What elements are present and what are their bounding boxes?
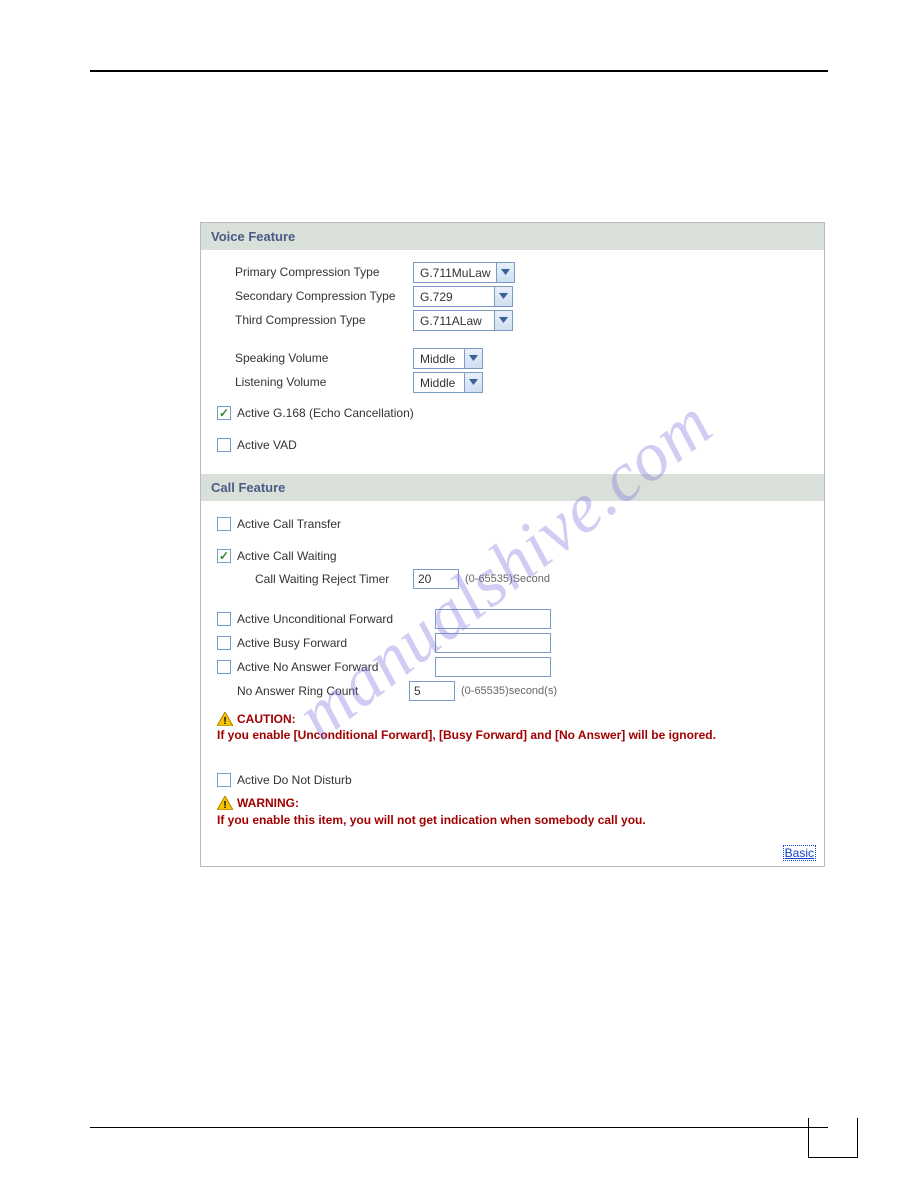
third-compression-label: Third Compression Type (235, 313, 413, 327)
call-transfer-checkbox[interactable] (217, 517, 231, 531)
chevron-down-icon (494, 311, 512, 330)
select-value: Middle (414, 349, 464, 368)
g168-row: Active G.168 (Echo Cancellation) (217, 406, 814, 420)
vad-checkbox[interactable] (217, 438, 231, 452)
primary-compression-row: Primary Compression Type G.711MuLaw (235, 260, 814, 284)
chevron-down-icon (464, 349, 482, 368)
caution-title: CAUTION: (237, 711, 296, 727)
vad-label: Active VAD (237, 438, 297, 452)
dnd-checkbox[interactable] (217, 773, 231, 787)
warning-text: If you enable this item, you will not ge… (217, 812, 814, 828)
svg-text:!: ! (223, 716, 226, 726)
busy-forward-row: Active Busy Forward (217, 633, 814, 653)
dnd-row: Active Do Not Disturb (217, 773, 814, 787)
unconditional-forward-checkbox[interactable] (217, 612, 231, 626)
no-answer-forward-row: Active No Answer Forward (217, 657, 814, 677)
no-answer-forward-checkbox[interactable] (217, 660, 231, 674)
reject-timer-hint: (0-65535)Second (465, 573, 550, 585)
reject-timer-input[interactable]: 20 (413, 569, 459, 589)
secondary-compression-label: Secondary Compression Type (235, 289, 413, 303)
g168-label: Active G.168 (Echo Cancellation) (237, 406, 414, 420)
listening-volume-select[interactable]: Middle (413, 372, 483, 393)
chevron-down-icon (496, 263, 514, 282)
call-waiting-label: Active Call Waiting (237, 549, 337, 563)
secondary-compression-select[interactable]: G.729 (413, 286, 513, 307)
ring-count-row: No Answer Ring Count 5 (0-65535)second(s… (237, 681, 814, 701)
dnd-label: Active Do Not Disturb (237, 773, 352, 787)
voice-feature-body: Primary Compression Type G.711MuLaw Seco… (201, 250, 824, 474)
third-compression-row: Third Compression Type G.711ALaw (235, 308, 814, 332)
secondary-compression-row: Secondary Compression Type G.729 (235, 284, 814, 308)
call-waiting-checkbox[interactable] (217, 549, 231, 563)
chevron-down-icon (494, 287, 512, 306)
select-value: Middle (414, 373, 464, 392)
basic-link-container: Basic (201, 846, 816, 860)
ring-count-label: No Answer Ring Count (237, 684, 409, 698)
warning-icon: ! (217, 796, 233, 810)
voice-feature-header: Voice Feature (201, 223, 824, 250)
call-transfer-label: Active Call Transfer (237, 517, 341, 531)
no-answer-forward-label: Active No Answer Forward (237, 660, 429, 674)
call-feature-header: Call Feature (201, 474, 824, 501)
warning-icon: ! (217, 712, 233, 726)
reject-timer-row: Call Waiting Reject Timer 20 (0-65535)Se… (255, 567, 814, 591)
bottom-rule (90, 1127, 828, 1128)
call-transfer-row: Active Call Transfer (217, 517, 814, 531)
busy-forward-input[interactable] (435, 633, 551, 653)
speaking-volume-label: Speaking Volume (235, 351, 413, 365)
caution-text: If you enable [Unconditional Forward], [… (217, 727, 814, 743)
warning-title: WARNING: (237, 795, 299, 811)
speaking-volume-select[interactable]: Middle (413, 348, 483, 369)
unconditional-forward-input[interactable] (435, 609, 551, 629)
select-value: G.729 (414, 287, 494, 306)
caution-block: ! CAUTION: If you enable [Unconditional … (217, 711, 814, 743)
g168-checkbox[interactable] (217, 406, 231, 420)
svg-text:!: ! (223, 800, 226, 810)
listening-volume-row: Listening Volume Middle (235, 370, 814, 394)
ring-count-hint: (0-65535)second(s) (461, 685, 557, 697)
warning-block: ! WARNING: If you enable this item, you … (217, 795, 814, 827)
basic-link[interactable]: Basic (783, 845, 816, 861)
no-answer-forward-input[interactable] (435, 657, 551, 677)
page-number-box (808, 1118, 858, 1158)
vad-row: Active VAD (217, 438, 814, 452)
listening-volume-label: Listening Volume (235, 375, 413, 389)
select-value: G.711MuLaw (414, 263, 496, 282)
unconditional-forward-row: Active Unconditional Forward (217, 609, 814, 629)
call-feature-body: Active Call Transfer Active Call Waiting… (201, 501, 824, 840)
call-waiting-row: Active Call Waiting (217, 549, 814, 563)
busy-forward-label: Active Busy Forward (237, 636, 429, 650)
third-compression-select[interactable]: G.711ALaw (413, 310, 513, 331)
ring-count-input[interactable]: 5 (409, 681, 455, 701)
select-value: G.711ALaw (414, 311, 494, 330)
primary-compression-label: Primary Compression Type (235, 265, 413, 279)
primary-compression-select[interactable]: G.711MuLaw (413, 262, 515, 283)
chevron-down-icon (464, 373, 482, 392)
unconditional-forward-label: Active Unconditional Forward (237, 612, 429, 626)
top-rule (90, 70, 828, 72)
speaking-volume-row: Speaking Volume Middle (235, 346, 814, 370)
settings-panel: Voice Feature Primary Compression Type G… (200, 222, 825, 867)
busy-forward-checkbox[interactable] (217, 636, 231, 650)
reject-timer-label: Call Waiting Reject Timer (255, 572, 413, 586)
